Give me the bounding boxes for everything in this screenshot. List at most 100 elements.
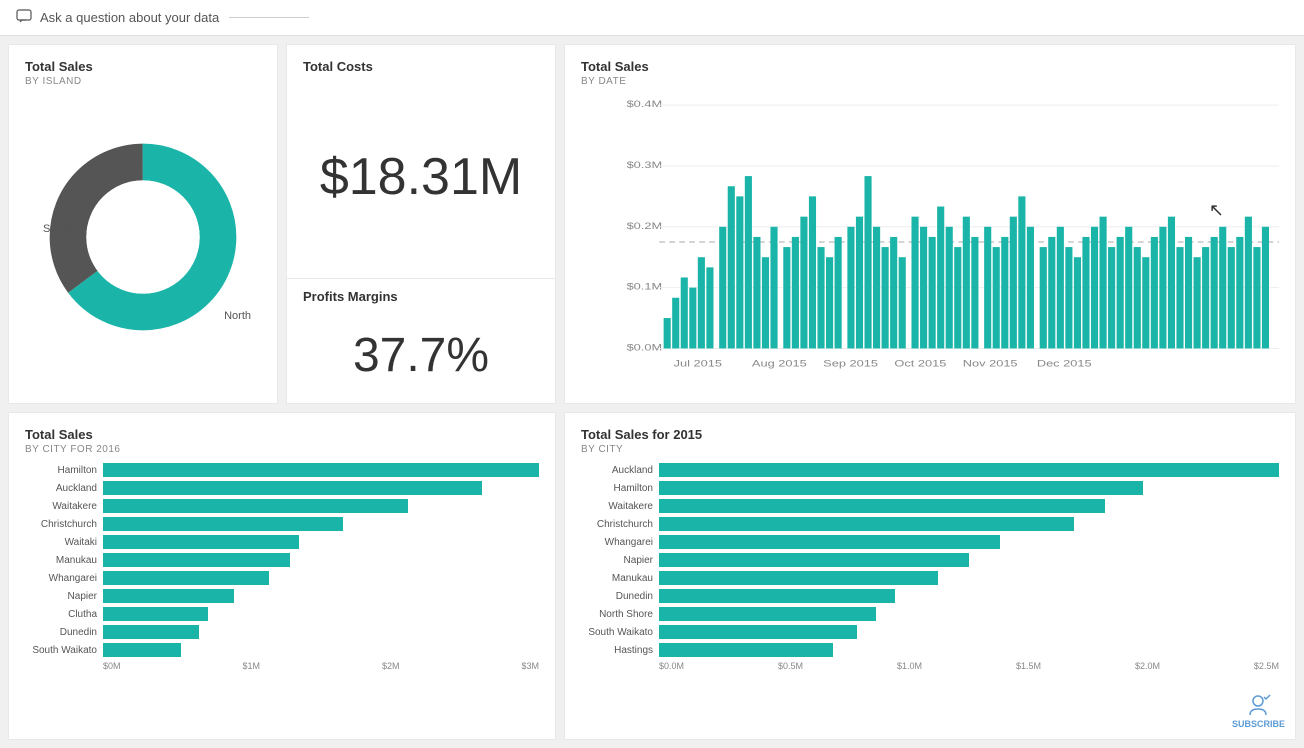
bar-background [659, 625, 1279, 639]
bar-background [659, 553, 1279, 567]
bar-label: South Waikato [25, 645, 97, 656]
bar-fill [103, 499, 408, 513]
axis-label: $0.0M [659, 661, 684, 671]
bar-label: Manukau [25, 555, 97, 566]
profits-section: Profits Margins 37.7% [303, 279, 539, 393]
axis-label: $2.5M [1254, 661, 1279, 671]
bar-fill [659, 517, 1074, 531]
south-label: South [43, 223, 72, 235]
bar-background [103, 589, 539, 603]
top-bar: Ask a question about your data [0, 0, 1304, 36]
subscribe-label[interactable]: SUBSCRIBE [1232, 719, 1285, 729]
bar-label: Hamilton [25, 465, 97, 476]
dashboard: Total Sales BY ISLAND South North Total … [0, 36, 1304, 748]
bar-label: Whangarei [581, 537, 653, 548]
axis-label: $1.0M [897, 661, 922, 671]
total-sales-date-title: Total Sales [581, 59, 1279, 74]
total-sales-island-title: Total Sales [25, 59, 261, 74]
total-sales-island-subtitle: BY ISLAND [25, 76, 261, 87]
chat-icon [16, 8, 32, 27]
bar-label: Christchurch [25, 519, 97, 530]
svg-text:$0.0M: $0.0M [627, 343, 663, 353]
bar-chart-2015: Auckland Hamilton Waitakere Christchurch… [581, 463, 1279, 657]
axis-label: $1.5M [1016, 661, 1041, 671]
bar-label: Dunedin [25, 627, 97, 638]
bar-fill [659, 643, 833, 657]
bar-background [103, 517, 539, 531]
bar-row: Christchurch [581, 517, 1279, 531]
svg-text:$0.4M: $0.4M [627, 100, 663, 110]
total-costs-card: Total Costs $18.31M Profits Margins 37.7… [286, 44, 556, 404]
bar-fill [659, 625, 857, 639]
total-sales-city-2016-card: Total Sales BY CITY FOR 2016 Hamilton Au… [8, 412, 556, 740]
bar-row: South Waikato [581, 625, 1279, 639]
bar-chart-2016: Hamilton Auckland Waitakere Christchurch… [25, 463, 539, 657]
bar-row: South Waikato [25, 643, 539, 657]
bar-label: Clutha [25, 609, 97, 620]
bar-fill [659, 607, 876, 621]
bar-label: Waitakere [25, 501, 97, 512]
bar-background [659, 571, 1279, 585]
bar-label: Waitakere [581, 501, 653, 512]
bar-fill [103, 625, 199, 639]
axis-label: $2M [382, 661, 400, 671]
profits-margins-value: 37.7% [303, 308, 539, 393]
bar-label: Whangarei [25, 573, 97, 584]
axis-label: $2.0M [1135, 661, 1160, 671]
bar-row: Waitakere [25, 499, 539, 513]
bar-chart-area: $0.4M $0.3M $0.2M $0.1M $0.0M [581, 95, 1279, 389]
bar-row: Dunedin [25, 625, 539, 639]
bar-background [103, 571, 539, 585]
bar-label: Christchurch [581, 519, 653, 530]
axis-labels-2015: $0.0M $0.5M $1.0M $1.5M $2.0M $2.5M [581, 661, 1279, 671]
axis-label: $3M [521, 661, 539, 671]
bar-row: Whangarei [581, 535, 1279, 549]
bar-fill [659, 463, 1279, 477]
axis-labels-2016: $0M $1M $2M $3M [25, 661, 539, 671]
bar-row: Manukau [25, 553, 539, 567]
bar-row: Clutha [25, 607, 539, 621]
bar-background [659, 499, 1279, 513]
sales-city-2016-title: Total Sales [25, 427, 539, 442]
profits-margins-title: Profits Margins [303, 289, 539, 304]
bar-background [103, 553, 539, 567]
bar-row: Dunedin [581, 589, 1279, 603]
bar-label: Dunedin [581, 591, 653, 602]
svg-text:$0.1M: $0.1M [627, 282, 663, 292]
bar-fill [103, 553, 290, 567]
bar-row: Hamilton [25, 463, 539, 477]
total-sales-date-subtitle: BY DATE [581, 76, 1279, 87]
bar-fill [659, 481, 1143, 495]
subscribe-button[interactable]: SUBSCRIBE [1232, 691, 1285, 729]
bar-background [659, 463, 1279, 477]
bar-background [103, 625, 539, 639]
donut-chart [43, 137, 243, 337]
bar-label: Waitaki [25, 537, 97, 548]
sales-city-2015-title: Total Sales for 2015 [581, 427, 1279, 442]
bar-label: South Waikato [581, 627, 653, 638]
bar-fill [659, 499, 1105, 513]
sales-city-2016-subtitle: BY CITY FOR 2016 [25, 444, 539, 455]
bar-background [659, 643, 1279, 657]
ask-question-label[interactable]: Ask a question about your data [40, 10, 219, 25]
total-costs-value: $18.31M [303, 76, 539, 278]
bar-fill [659, 571, 938, 585]
bar-row: Manukau [581, 571, 1279, 585]
north-label: North [224, 310, 251, 322]
bar-row: Hastings [581, 643, 1279, 657]
bar-fill [103, 481, 482, 495]
bar-fill [103, 463, 539, 477]
bar-label: Auckland [25, 483, 97, 494]
bar-background [103, 535, 539, 549]
bar-row: Auckland [581, 463, 1279, 477]
bar-label: Hastings [581, 645, 653, 656]
bar-fill [103, 571, 269, 585]
bar-background [103, 643, 539, 657]
total-costs-title: Total Costs [303, 59, 539, 74]
bar-fill [659, 553, 969, 567]
total-sales-city-2015-card: Total Sales for 2015 BY CITY Auckland Ha… [564, 412, 1296, 740]
bar-label: Hamilton [581, 483, 653, 494]
bar-label: North Shore [581, 609, 653, 620]
svg-text:$0.2M: $0.2M [627, 221, 663, 231]
svg-text:Oct 2015: Oct 2015 [894, 359, 946, 369]
